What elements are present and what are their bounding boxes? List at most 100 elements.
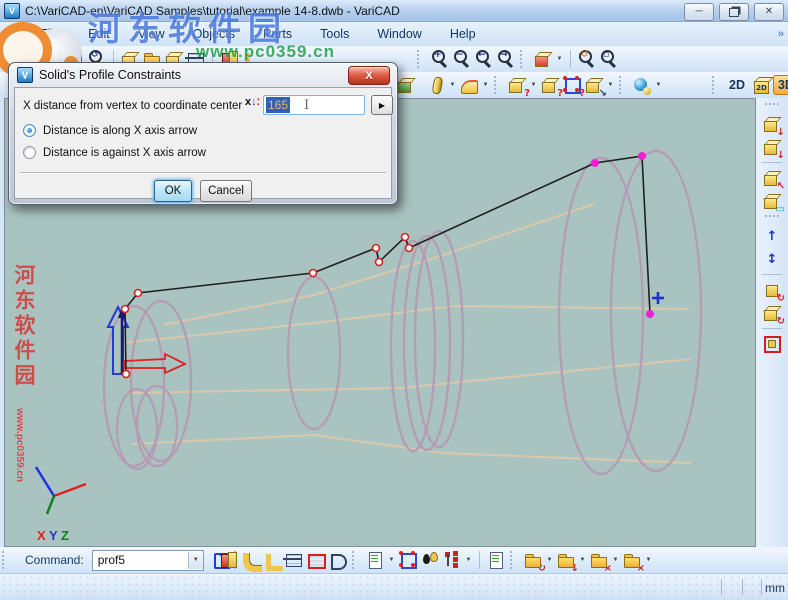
- toolbar-separator: [762, 162, 782, 163]
- radio-along-button[interactable]: [23, 124, 36, 137]
- right-tool-rail: ↓ ↓ ↖ ▭ ↑ ↕ ↻ ↻: [756, 98, 788, 547]
- cancel-button[interactable]: Cancel: [200, 180, 252, 202]
- move-solid-icon[interactable]: ↓: [762, 137, 782, 157]
- angle-icon[interactable]: [262, 550, 282, 570]
- pipe-icon[interactable]: [240, 550, 260, 570]
- switch-2d-button[interactable]: 2D: [725, 76, 749, 94]
- dropdown-arrow[interactable]: ▼: [448, 82, 457, 88]
- minimize-button[interactable]: ─: [684, 3, 714, 21]
- dropdown-arrow[interactable]: ▼: [654, 82, 663, 88]
- dialog-close-button[interactable]: X: [348, 66, 390, 85]
- toolbar-separator: [479, 551, 480, 569]
- x-distance-label: X distance from vertex to coordinate cen…: [23, 100, 242, 112]
- section-icon[interactable]: ▭: [762, 191, 782, 211]
- check-frame-icon[interactable]: ?: [562, 75, 582, 95]
- fillet-icon[interactable]: [459, 75, 479, 95]
- radio-along-row[interactable]: Distance is along X axis arrow: [23, 124, 197, 137]
- close-button[interactable]: ✕: [754, 3, 784, 21]
- menu-edit[interactable]: Edit: [74, 24, 124, 44]
- drill-icon[interactable]: [426, 75, 446, 95]
- check-profile-icon[interactable]: ?: [507, 75, 527, 95]
- menu-objects[interactable]: Objects: [179, 24, 249, 44]
- dropdown-arrow[interactable]: ▼: [555, 56, 564, 62]
- dropdown-arrow[interactable]: ▼: [611, 557, 620, 563]
- ok-button[interactable]: OK: [154, 180, 192, 202]
- command-bar: Command: prof5 ▼ ↑ ▼▼↻▼↓▼×▼×▼: [0, 547, 788, 573]
- move-axes-icon[interactable]: ↑: [762, 226, 782, 246]
- zoom-window-icon[interactable]: +: [430, 49, 450, 69]
- edit-solid-icon[interactable]: ↖: [762, 168, 782, 188]
- zoom-rotate-icon[interactable]: ↺: [577, 49, 597, 69]
- command-value[interactable]: prof5: [93, 553, 188, 567]
- menu-tools[interactable]: Tools: [306, 24, 363, 44]
- toolbar-grip: [520, 50, 527, 68]
- dropdown-arrow[interactable]: ▼: [578, 557, 587, 563]
- check-solid-icon[interactable]: ?: [540, 75, 560, 95]
- selected-text: 165: [266, 97, 290, 113]
- zoom-next-icon[interactable]: →: [496, 49, 516, 69]
- dialog-body: X distance from vertex to coordinate cen…: [14, 87, 392, 199]
- switch-3d-button[interactable]: 3D: [773, 75, 788, 95]
- check-distance-icon[interactable]: ↘: [584, 75, 604, 95]
- menu-view[interactable]: View: [124, 24, 179, 44]
- radio-against-row[interactable]: Distance is against X axis arrow: [23, 146, 206, 159]
- solids-list-icon[interactable]: [365, 550, 385, 570]
- profile-rect-icon[interactable]: [306, 550, 326, 570]
- command-label: Command:: [25, 553, 84, 567]
- combo-dropdown-icon[interactable]: ▼: [188, 552, 203, 569]
- x-distance-input[interactable]: 165 I: [263, 95, 365, 115]
- bounding-box-icon[interactable]: [762, 334, 782, 354]
- rotate-solid-icon[interactable]: ↻: [762, 303, 782, 323]
- radio-against-button[interactable]: [23, 146, 36, 159]
- save-solid-icon[interactable]: ↓: [556, 550, 576, 570]
- status-divider: [761, 579, 762, 595]
- zoom-out-icon[interactable]: −: [452, 49, 472, 69]
- rotate-axes-icon[interactable]: ↕: [762, 249, 782, 269]
- shading-icon[interactable]: [420, 550, 440, 570]
- zoom-previous-icon[interactable]: ←: [474, 49, 494, 69]
- rotate-view-icon[interactable]: ↻: [762, 280, 782, 300]
- dropdown-arrow[interactable]: ▼: [481, 82, 490, 88]
- tree-icon[interactable]: [442, 550, 462, 570]
- solids-profile-constraints-dialog: V Solid's Profile Constraints X X distan…: [8, 62, 398, 205]
- dropdown-arrow[interactable]: ▼: [606, 82, 615, 88]
- zoom-all-icon[interactable]: ▫: [599, 49, 619, 69]
- attributes-list-icon[interactable]: [486, 550, 506, 570]
- radio-along-label[interactable]: Distance is along X axis arrow: [43, 125, 197, 137]
- extrude-icon[interactable]: [284, 550, 304, 570]
- toolbar-grip: [352, 551, 359, 569]
- toolbar-grip: [765, 215, 779, 222]
- solid-box-icon[interactable]: [218, 550, 238, 570]
- dropdown-arrow[interactable]: ▼: [464, 557, 473, 563]
- restore-button[interactable]: [719, 3, 749, 21]
- boolean-tools-icon[interactable]: [396, 75, 416, 95]
- assembly-icon[interactable]: [632, 75, 652, 95]
- next-constraint-button[interactable]: ▶: [371, 95, 393, 115]
- toolbar-grip: [494, 76, 501, 94]
- dropdown-arrow[interactable]: ▼: [644, 557, 653, 563]
- toolbar-separator: [570, 50, 571, 68]
- menu-parts[interactable]: Parts: [249, 24, 306, 44]
- title-bar: V C:\VariCAD-en\VariCAD Samples\tutorial…: [0, 0, 788, 22]
- dialog-title-bar[interactable]: V Solid's Profile Constraints: [9, 63, 397, 87]
- toolbar-separator: [762, 328, 782, 329]
- toolbar-grip: [712, 76, 719, 94]
- app-icon: V: [4, 3, 20, 19]
- dropdown-arrow[interactable]: ▼: [545, 557, 554, 563]
- command-combobox[interactable]: prof5 ▼: [92, 550, 204, 571]
- 2d-3d-cube-icon[interactable]: [751, 75, 771, 95]
- insert-solid-icon[interactable]: ↻: [523, 550, 543, 570]
- menu-window[interactable]: Window: [363, 24, 435, 44]
- radio-against-label[interactable]: Distance is against X axis arrow: [43, 147, 206, 159]
- copy-solid-icon[interactable]: ↓: [762, 114, 782, 134]
- menu-overflow-chevron[interactable]: »: [778, 28, 784, 40]
- axes-frame-icon[interactable]: [398, 550, 418, 570]
- menu-file[interactable]: File: [26, 24, 74, 44]
- profile-d-icon[interactable]: [328, 550, 348, 570]
- view-cube-icon[interactable]: [533, 49, 553, 69]
- dropdown-arrow[interactable]: ▼: [529, 82, 538, 88]
- menu-help[interactable]: Help: [436, 24, 490, 44]
- replace-solid-icon[interactable]: ×: [622, 550, 642, 570]
- delete-solid-icon[interactable]: ×: [589, 550, 609, 570]
- dropdown-arrow[interactable]: ▼: [387, 557, 396, 563]
